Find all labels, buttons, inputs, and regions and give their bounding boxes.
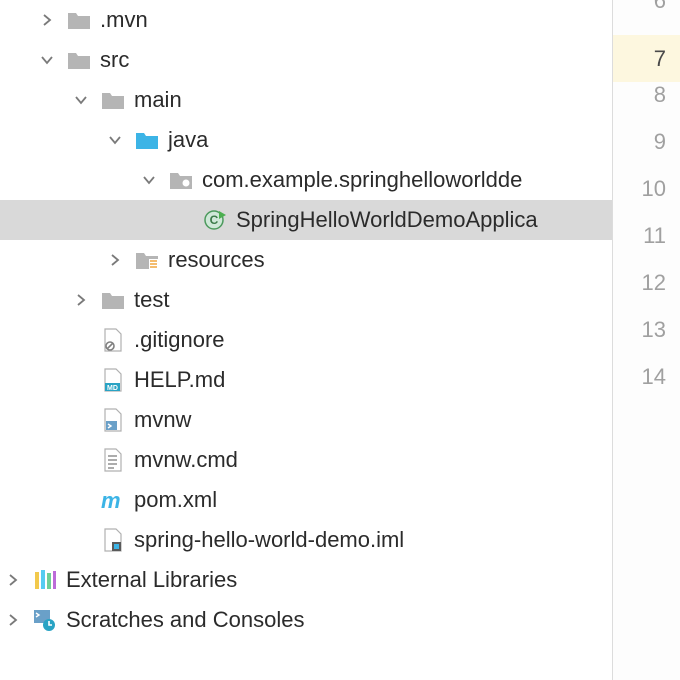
svg-text:MD: MD [107, 385, 118, 392]
chevron-down-icon [106, 131, 124, 149]
project-tree: .mvn src main java [0, 0, 612, 680]
tree-item-pomxml[interactable]: m pom.xml [0, 480, 612, 520]
line-number: 12 [642, 270, 666, 296]
text-file-icon [100, 448, 126, 472]
tree-item-src[interactable]: src [0, 40, 612, 80]
tree-item-label: External Libraries [66, 567, 237, 593]
tree-item-app-class[interactable]: C SpringHelloWorldDemoApplica [0, 200, 612, 240]
folder-icon [100, 288, 126, 312]
chevron-right-icon [4, 611, 22, 629]
source-folder-icon [134, 128, 160, 152]
line-number: 14 [642, 364, 666, 390]
tree-item-package[interactable]: com.example.springhelloworldde [0, 160, 612, 200]
tree-item-label: mvnw.cmd [134, 447, 238, 473]
shell-file-icon [100, 408, 126, 432]
tree-item-label: com.example.springhelloworldde [202, 167, 522, 193]
ignore-file-icon [100, 328, 126, 352]
tree-item-test[interactable]: test [0, 280, 612, 320]
java-class-run-icon: C [202, 208, 228, 232]
chevron-down-icon [72, 91, 90, 109]
chevron-right-icon [38, 11, 56, 29]
resources-folder-icon [134, 248, 160, 272]
line-number: 9 [654, 129, 666, 155]
line-number: 6 [654, 0, 666, 14]
tree-item-external-libraries[interactable]: External Libraries [0, 560, 612, 600]
chevron-right-icon [72, 291, 90, 309]
folder-icon [100, 88, 126, 112]
markdown-file-icon: MD [100, 368, 126, 392]
tree-item-helpmd[interactable]: MD HELP.md [0, 360, 612, 400]
tree-item-scratches[interactable]: Scratches and Consoles [0, 600, 612, 640]
maven-pom-icon: m [100, 488, 126, 512]
editor-gutter: 6 78 9 10 11 12 13 14 [612, 0, 680, 680]
line-number: 11 [643, 223, 666, 249]
line-number: 13 [642, 317, 666, 343]
chevron-down-icon [38, 51, 56, 69]
tree-item-mvnw[interactable]: mvnw [0, 400, 612, 440]
tree-item-label: resources [168, 247, 265, 273]
tree-item-mvnwcmd[interactable]: mvnw.cmd [0, 440, 612, 480]
tree-item-iml[interactable]: spring-hello-world-demo.iml [0, 520, 612, 560]
tree-item-label: src [100, 47, 129, 73]
tree-item-label: spring-hello-world-demo.iml [134, 527, 404, 553]
folder-icon [66, 48, 92, 72]
tree-item-java[interactable]: java [0, 120, 612, 160]
chevron-right-icon [4, 571, 22, 589]
tree-item-label: pom.xml [134, 487, 217, 513]
tree-item-label: SpringHelloWorldDemoApplica [236, 207, 538, 233]
tree-item-label: test [134, 287, 169, 313]
line-number: 7 [613, 35, 680, 82]
tree-item-mvn[interactable]: .mvn [0, 0, 612, 40]
tree-item-label: HELP.md [134, 367, 225, 393]
tree-item-label: java [168, 127, 208, 153]
line-number: 10 [642, 176, 666, 202]
svg-text:C: C [210, 213, 219, 227]
chevron-right-icon [106, 251, 124, 269]
folder-icon [66, 8, 92, 32]
svg-text:m: m [101, 488, 121, 512]
scratches-icon [32, 608, 58, 632]
libraries-icon [32, 568, 58, 592]
chevron-down-icon [140, 171, 158, 189]
tree-item-resources[interactable]: resources [0, 240, 612, 280]
module-file-icon [100, 528, 126, 552]
tree-item-label: mvnw [134, 407, 191, 433]
package-icon [168, 168, 194, 192]
line-number: 8 [654, 82, 666, 108]
tree-item-main[interactable]: main [0, 80, 612, 120]
tree-item-label: Scratches and Consoles [66, 607, 304, 633]
tree-item-label: .mvn [100, 7, 148, 33]
tree-item-gitignore[interactable]: .gitignore [0, 320, 612, 360]
tree-item-label: main [134, 87, 182, 113]
tree-item-label: .gitignore [134, 327, 225, 353]
